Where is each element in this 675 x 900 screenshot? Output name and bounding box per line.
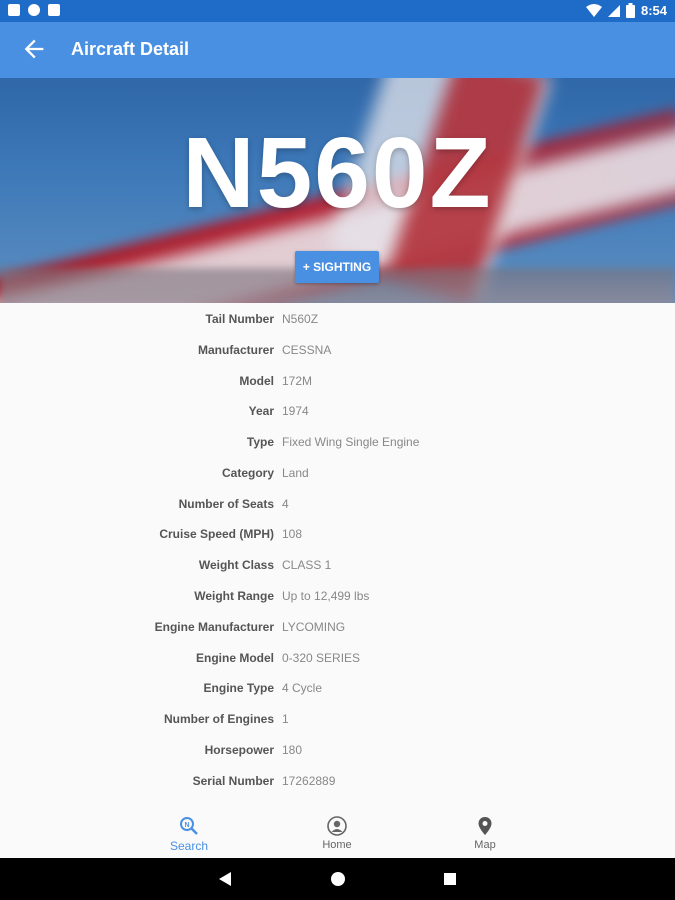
detail-value: 17262889 (282, 774, 336, 788)
detail-row-model: Model 172M (0, 365, 675, 396)
detail-label: Engine Model (196, 651, 274, 665)
add-sighting-button[interactable]: + SIGHTING (295, 251, 379, 283)
detail-label: Engine Manufacturer (154, 620, 274, 634)
nav-map[interactable]: Map (425, 808, 545, 858)
detail-label: Manufacturer (197, 343, 274, 357)
recents-square-icon[interactable] (442, 871, 458, 887)
sd-card-icon (48, 4, 60, 16)
bottom-navigation: N Search Home Map (0, 808, 675, 858)
detail-value: CLASS 1 (282, 558, 332, 572)
detail-row-type: Type Fixed Wing Single Engine (0, 426, 675, 457)
person-icon (327, 816, 347, 836)
detail-row-number-of-engines: Number of Engines 1 (0, 703, 675, 734)
nav-label: Home (322, 839, 352, 851)
nav-label: Map (474, 839, 496, 851)
detail-value: CESSNA (282, 343, 332, 357)
detail-label: Category (221, 466, 274, 480)
detail-value: 4 (282, 497, 289, 511)
detail-row-weight-range: Weight Range Up to 12,499 lbs (0, 580, 675, 611)
signal-icon (607, 4, 620, 17)
detail-label: Model (239, 374, 274, 388)
detail-label: Year (248, 404, 274, 418)
detail-label: Weight Class (198, 558, 274, 572)
detail-row-year: Year 1974 (0, 395, 675, 426)
battery-icon (625, 3, 635, 18)
detail-row-cruise-speed: Cruise Speed (MPH) 108 (0, 518, 675, 549)
detail-label: Engine Type (203, 681, 274, 695)
detail-row-manufacturer: Manufacturer CESSNA (0, 334, 675, 365)
detail-value: 172M (282, 374, 313, 388)
detail-row-tail-number: Tail Number N560Z (0, 303, 675, 334)
detail-value: 108 (282, 527, 303, 541)
a-notification-icon (8, 4, 20, 16)
detail-value: 1 (282, 712, 289, 726)
detail-label: Serial Number (192, 774, 274, 788)
detail-row-engine-type: Engine Type 4 Cycle (0, 672, 675, 703)
circle-notification-icon (28, 4, 40, 16)
detail-value: Up to 12,499 lbs (282, 589, 370, 603)
detail-value: 180 (282, 743, 303, 757)
detail-value: N560Z (282, 312, 319, 326)
detail-label: Weight Range (194, 589, 274, 603)
system-navigation-bar (0, 858, 675, 900)
arrow-back-icon[interactable] (20, 35, 48, 63)
status-bar: 8:54 (0, 0, 675, 22)
nav-home[interactable]: Home (277, 808, 397, 858)
home-circle-icon[interactable] (330, 871, 346, 887)
detail-value: 1974 (282, 404, 309, 418)
detail-row-number-of-seats: Number of Seats 4 (0, 488, 675, 519)
map-pin-icon (478, 817, 492, 835)
aircraft-details-list: Tail Number N560Z Manufacturer CESSNA Mo… (0, 303, 675, 808)
page-title: Aircraft Detail (71, 39, 190, 59)
detail-value: LYCOMING (282, 620, 346, 634)
detail-row-category: Category Land (0, 457, 675, 488)
detail-value: 4 Cycle (282, 681, 323, 695)
back-triangle-icon[interactable] (217, 871, 233, 887)
nav-search[interactable]: N Search (129, 808, 249, 858)
detail-row-engine-model: Engine Model 0-320 SERIES (0, 642, 675, 673)
detail-label: Horsepower (204, 743, 274, 757)
aircraft-hero-image: N560Z + SIGHTING (0, 78, 675, 303)
detail-label: Tail Number (205, 312, 274, 326)
nav-label: Search (169, 839, 209, 853)
detail-row-weight-class: Weight Class CLASS 1 (0, 549, 675, 580)
status-left (8, 4, 60, 16)
detail-label: Number of Engines (163, 712, 274, 726)
detail-label: Number of Seats (178, 497, 274, 511)
svg-text:N: N (184, 822, 189, 829)
detail-row-horsepower: Horsepower 180 (0, 734, 675, 765)
detail-value: Fixed Wing Single Engine (282, 435, 420, 449)
search-icon: N (180, 817, 198, 835)
status-time: 8:54 (640, 3, 667, 18)
tail-number-heading: N560Z (182, 117, 493, 229)
detail-row-engine-manufacturer: Engine Manufacturer LYCOMING (0, 611, 675, 642)
detail-value: 0-320 SERIES (282, 651, 361, 665)
detail-row-serial-number: Serial Number 17262889 (0, 765, 675, 796)
detail-label: Cruise Speed (MPH) (159, 527, 274, 541)
status-right: 8:54 (585, 3, 667, 18)
wifi-icon (585, 3, 602, 17)
detail-label: Type (246, 435, 274, 449)
detail-value: Land (282, 466, 309, 480)
app-bar: Aircraft Detail (0, 22, 675, 78)
